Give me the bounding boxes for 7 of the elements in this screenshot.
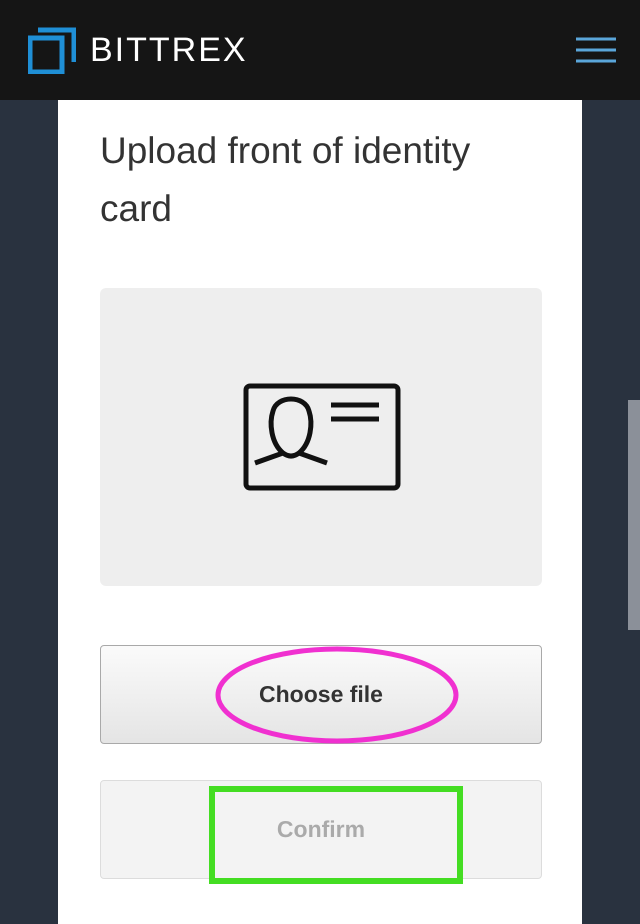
scrollbar-thumb[interactable] — [628, 400, 640, 630]
page-title: Upload front of identity card — [100, 129, 472, 231]
choose-file-button[interactable]: Choose file — [100, 645, 542, 744]
brand-name: BITTREX — [90, 30, 249, 70]
menu-icon[interactable] — [576, 37, 616, 63]
id-card-icon — [243, 383, 401, 491]
logo-icon — [28, 26, 76, 74]
